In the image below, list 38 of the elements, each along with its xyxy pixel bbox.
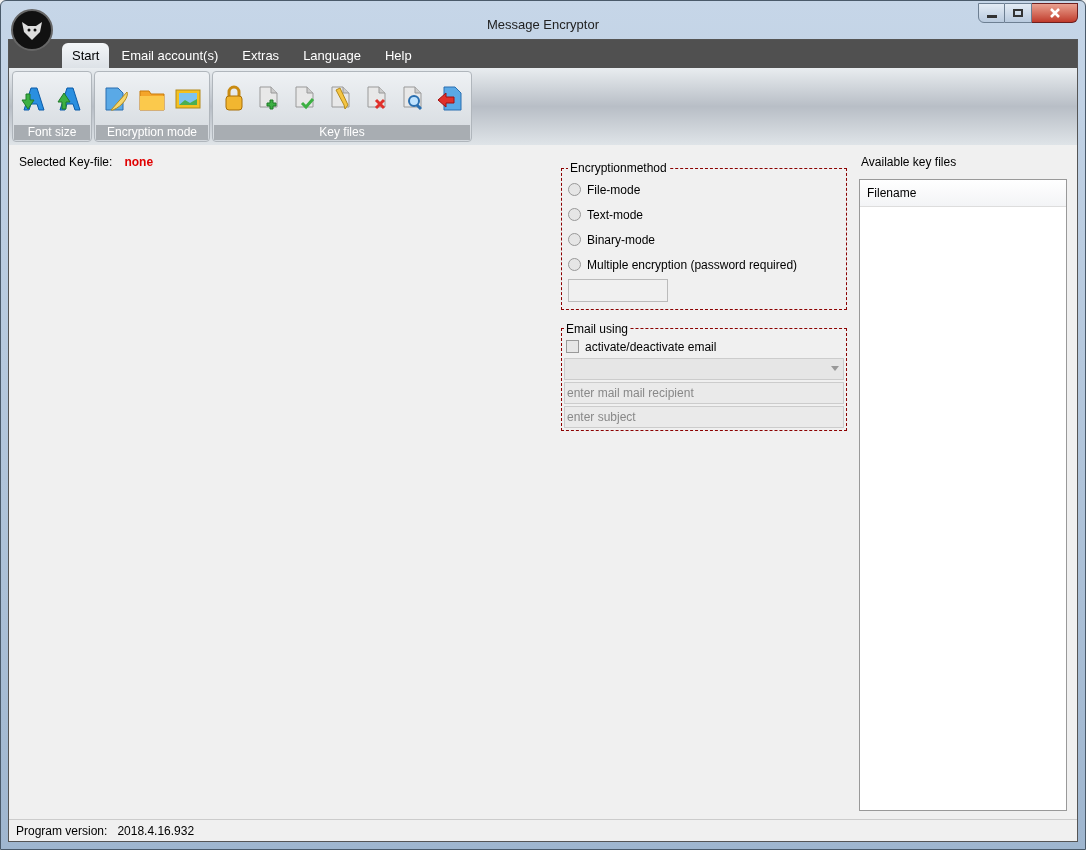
ribbon-tab[interactable]: Start bbox=[62, 43, 110, 68]
checkbox-label: activate/deactivate email bbox=[585, 338, 717, 356]
radio-button[interactable] bbox=[568, 233, 581, 246]
ribbon-tab[interactable]: Email account(s) bbox=[109, 43, 231, 68]
close-button[interactable] bbox=[1032, 3, 1078, 23]
ribbon-tab[interactable]: Help bbox=[372, 43, 424, 68]
password-field[interactable] bbox=[568, 279, 668, 302]
ribbon-group-label: Key files bbox=[214, 125, 470, 140]
radio-label: Binary-mode bbox=[587, 231, 656, 249]
key-files-title: Available key files bbox=[860, 154, 958, 171]
ribbon-group-label: Encryption mode bbox=[96, 125, 208, 140]
checkbox[interactable] bbox=[566, 340, 579, 353]
ribbon-group-label: Font size bbox=[14, 125, 90, 140]
group-title: Email using bbox=[565, 320, 630, 338]
radio-button[interactable] bbox=[568, 208, 581, 221]
email-account-dropdown[interactable] bbox=[564, 357, 844, 380]
selected-key-file-value: none bbox=[124, 154, 154, 171]
maximize-button[interactable] bbox=[1005, 3, 1032, 23]
recipient-field[interactable]: enter mail mail recipient bbox=[564, 381, 844, 404]
radio-label: Multiple encryption (password required) bbox=[587, 256, 798, 274]
document-left-arrow-icon[interactable] bbox=[435, 83, 465, 114]
version-label: Program version: bbox=[16, 822, 108, 840]
ribbon-tab[interactable]: Language bbox=[291, 43, 373, 68]
dropdown-caret-icon bbox=[831, 366, 839, 371]
window-title: Message Encryptor bbox=[487, 16, 599, 35]
selected-key-file-label: Selected Key-file: bbox=[19, 154, 113, 171]
ribbon-tab[interactable]: Extras bbox=[230, 43, 292, 68]
close-icon bbox=[1048, 8, 1061, 18]
radio-label: Text-mode bbox=[587, 206, 644, 224]
radio-label: File-mode bbox=[587, 181, 641, 199]
column-header[interactable]: Filename bbox=[860, 180, 1066, 206]
group-title: Encryptionmethod bbox=[569, 160, 668, 177]
version-value: 2018.4.16.932 bbox=[117, 822, 195, 840]
subject-field[interactable]: enter subject bbox=[564, 405, 844, 428]
minimize-button[interactable] bbox=[978, 3, 1005, 23]
radio-button[interactable] bbox=[568, 258, 581, 271]
app-logo-icon[interactable] bbox=[11, 9, 53, 51]
radio-button[interactable] bbox=[568, 183, 581, 196]
